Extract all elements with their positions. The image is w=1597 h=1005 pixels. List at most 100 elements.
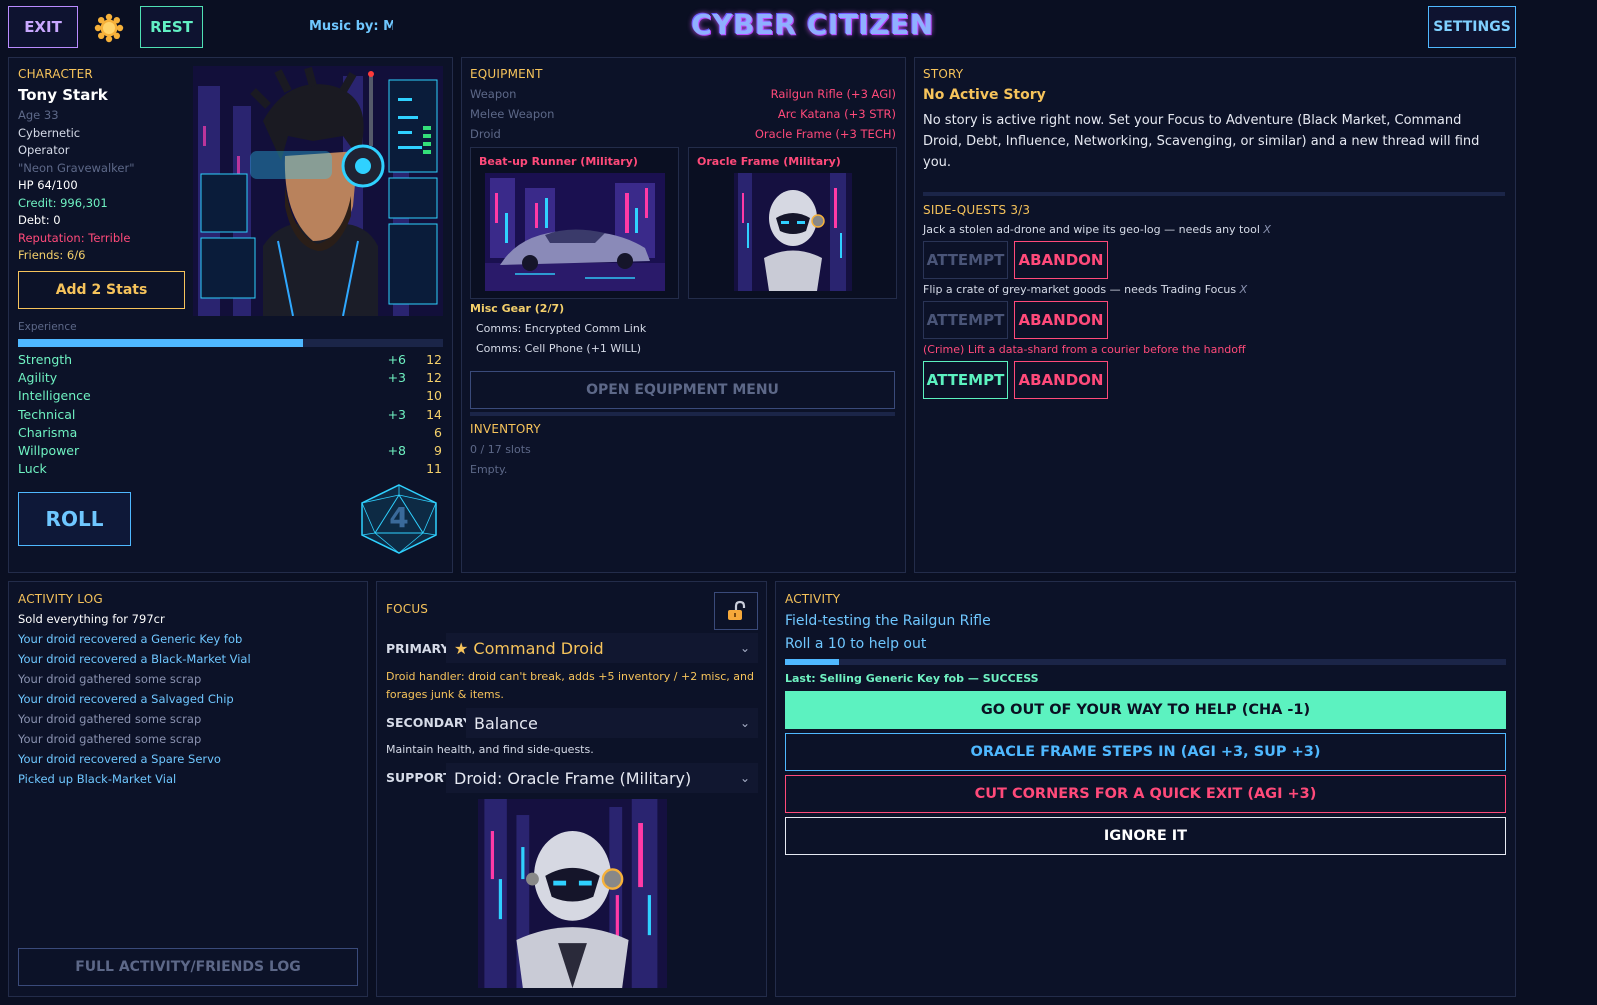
- equipment-slot-name: Melee Weapon: [470, 107, 555, 121]
- stat-row: Strength +6 12: [18, 352, 442, 370]
- abandon-button[interactable]: ABANDON: [1014, 241, 1108, 279]
- side-quests-label: SIDE-QUESTS 3/3: [923, 203, 1031, 217]
- vehicle-card-title: Beat-up Runner (Military): [479, 155, 638, 168]
- stat-row: Charisma 6: [18, 425, 442, 443]
- help-choice-button[interactable]: GO OUT OF YOUR WAY TO HELP (CHA -1): [785, 691, 1506, 729]
- sun-icon[interactable]: [94, 13, 124, 43]
- stat-row: Willpower +8 9: [18, 443, 442, 461]
- droid-card-title: Oracle Frame (Military): [697, 155, 841, 168]
- equipment-slot-item: Oracle Frame (+3 TECH): [754, 127, 896, 141]
- character-debt: Debt: 0: [18, 213, 61, 227]
- chevron-down-icon: ⌄: [739, 716, 750, 730]
- experience-label: Experience: [18, 321, 77, 333]
- activity-log-entry: Your droid recovered a Salvaged Chip: [18, 692, 234, 706]
- inventory-slots: 0 / 17 slots: [470, 443, 531, 456]
- die-value: 4: [389, 501, 409, 534]
- stat-bonus: +3: [387, 370, 406, 386]
- character-class-line2: Operator: [18, 143, 70, 157]
- rest-button[interactable]: REST: [140, 6, 203, 48]
- story-body: No story is active right now. Set your F…: [923, 113, 1480, 170]
- quest-unmet-mark: X: [1263, 223, 1271, 236]
- equipment-slot-row[interactable]: Weapon Railgun Rifle (+3 AGI): [470, 87, 896, 105]
- activity-roll-hint: Roll a 10 to help out: [785, 636, 927, 652]
- ignore-choice-button[interactable]: IGNORE IT: [785, 817, 1506, 855]
- exit-button[interactable]: EXIT: [8, 6, 78, 48]
- inventory-empty: Empty.: [470, 463, 508, 476]
- abandon-button[interactable]: ABANDON: [1014, 361, 1108, 399]
- vehicle-card[interactable]: Beat-up Runner (Military): [470, 147, 679, 299]
- stat-value: 9: [434, 443, 442, 458]
- quest-unmet-mark: X: [1239, 283, 1248, 296]
- misc-gear-label: Misc Gear (2/7): [470, 302, 565, 315]
- support-focus-select[interactable]: Droid: Oracle Frame (Military) ⌄: [446, 763, 758, 793]
- full-activity-log-button[interactable]: FULL ACTIVITY/FRIENDS LOG: [18, 948, 358, 986]
- stat-row: Technical +3 14: [18, 407, 442, 425]
- stat-value: 10: [426, 388, 442, 404]
- stat-bonus: +8: [387, 443, 406, 458]
- activity-last-result: Last: Selling Generic Key fob — SUCCESS: [785, 672, 1039, 685]
- activity-progress-track: [785, 659, 1506, 665]
- secondary-focus-description: Maintain health, and find side-quests.: [386, 743, 594, 756]
- stat-row: Intelligence 10: [18, 388, 442, 406]
- attempt-button[interactable]: ATTEMPT: [923, 301, 1008, 339]
- inventory-section-label: INVENTORY: [470, 422, 541, 436]
- character-friends: Friends: 6/6: [18, 248, 86, 262]
- activity-title: Field-testing the Railgun Rifle: [785, 613, 991, 629]
- primary-focus-description: Droid handler: droid can't break, adds +…: [386, 670, 754, 701]
- music-credit-ticker: Music by: Mon: [309, 19, 393, 34]
- equipment-slot-row[interactable]: Melee Weapon Arc Katana (+3 STR): [470, 107, 896, 125]
- focus-lock-button[interactable]: [714, 592, 758, 630]
- activity-log-entry: Your droid gathered some scrap: [18, 732, 202, 746]
- droid-steps-in-choice-button[interactable]: ORACLE FRAME STEPS IN (AGI +3, SUP +3): [785, 733, 1506, 771]
- stat-name: Intelligence: [18, 388, 91, 404]
- stat-name: Technical: [18, 406, 76, 422]
- add-stats-button[interactable]: Add 2 Stats: [18, 271, 185, 309]
- vehicle-image: [485, 173, 665, 291]
- character-class-line1: Cybernetic: [18, 125, 81, 140]
- d20-die-icon[interactable]: 4: [359, 483, 439, 555]
- misc-gear-item: Comms: Cell Phone (+1 WILL): [476, 342, 642, 355]
- character-credit: Credit: 996,301: [18, 195, 108, 210]
- stat-value: 12: [426, 352, 442, 367]
- equipment-divider: [470, 412, 895, 416]
- activity-log-entry: Your droid gathered some scrap: [18, 672, 202, 686]
- stat-bonus: +3: [387, 406, 406, 422]
- experience-bar-track: [18, 339, 443, 347]
- activity-log-entry: Sold everything for 797cr: [18, 612, 165, 626]
- abandon-button[interactable]: ABANDON: [1014, 301, 1108, 339]
- character-reputation: Reputation: Terrible: [18, 230, 131, 245]
- equipment-slot-row[interactable]: Droid Oracle Frame (+3 TECH): [470, 127, 896, 145]
- support-focus-label: SUPPORT: [386, 770, 452, 785]
- stat-value: 6: [434, 424, 442, 440]
- character-nickname: "Neon Gravewalker": [18, 160, 135, 175]
- attempt-button[interactable]: ATTEMPT: [923, 361, 1008, 399]
- character-hp: HP 64/100: [18, 178, 78, 192]
- misc-gear-item: Comms: Encrypted Comm Link: [476, 322, 647, 335]
- side-quest-text: (Crime) Lift a data-shard from a courier…: [923, 343, 1246, 356]
- activity-section-label: ACTIVITY: [785, 592, 841, 606]
- character-portrait: [193, 66, 443, 316]
- equipment-slot-item: Arc Katana (+3 STR): [777, 107, 896, 121]
- droid-card[interactable]: Oracle Frame (Military): [688, 147, 897, 299]
- stat-row: Agility +3 12: [18, 370, 442, 388]
- primary-focus-select[interactable]: ★ Command Droid ⌄: [446, 633, 758, 663]
- cut-corners-choice-button[interactable]: CUT CORNERS FOR A QUICK EXIT (AGI +3): [785, 775, 1506, 813]
- equipment-slot-name: Droid: [470, 127, 501, 141]
- activity-log-entry: Your droid recovered a Spare Servo: [18, 752, 221, 766]
- game-title: CYBER CITIZEN: [691, 8, 934, 41]
- activity-log-section-label: ACTIVITY LOG: [18, 592, 103, 606]
- open-equipment-menu-button[interactable]: OPEN EQUIPMENT MENU: [470, 371, 895, 409]
- character-age: Age 33: [18, 108, 59, 122]
- settings-button[interactable]: SETTINGS: [1428, 6, 1516, 48]
- equipment-section-label: EQUIPMENT: [470, 67, 543, 81]
- stat-value: 14: [426, 406, 442, 422]
- stat-row: Luck 11: [18, 461, 442, 479]
- stat-name: Agility: [18, 370, 58, 386]
- side-quest-text: Jack a stolen ad-drone and wipe its geo-…: [923, 223, 1271, 236]
- equipment-slot-item: Railgun Rifle (+3 AGI): [770, 87, 896, 101]
- roll-button[interactable]: ROLL: [18, 492, 131, 546]
- primary-focus-label: PRIMARY: [386, 641, 450, 656]
- equipment-slot-name: Weapon: [470, 87, 517, 101]
- secondary-focus-select[interactable]: Balance ⌄: [466, 708, 758, 738]
- attempt-button[interactable]: ATTEMPT: [923, 241, 1008, 279]
